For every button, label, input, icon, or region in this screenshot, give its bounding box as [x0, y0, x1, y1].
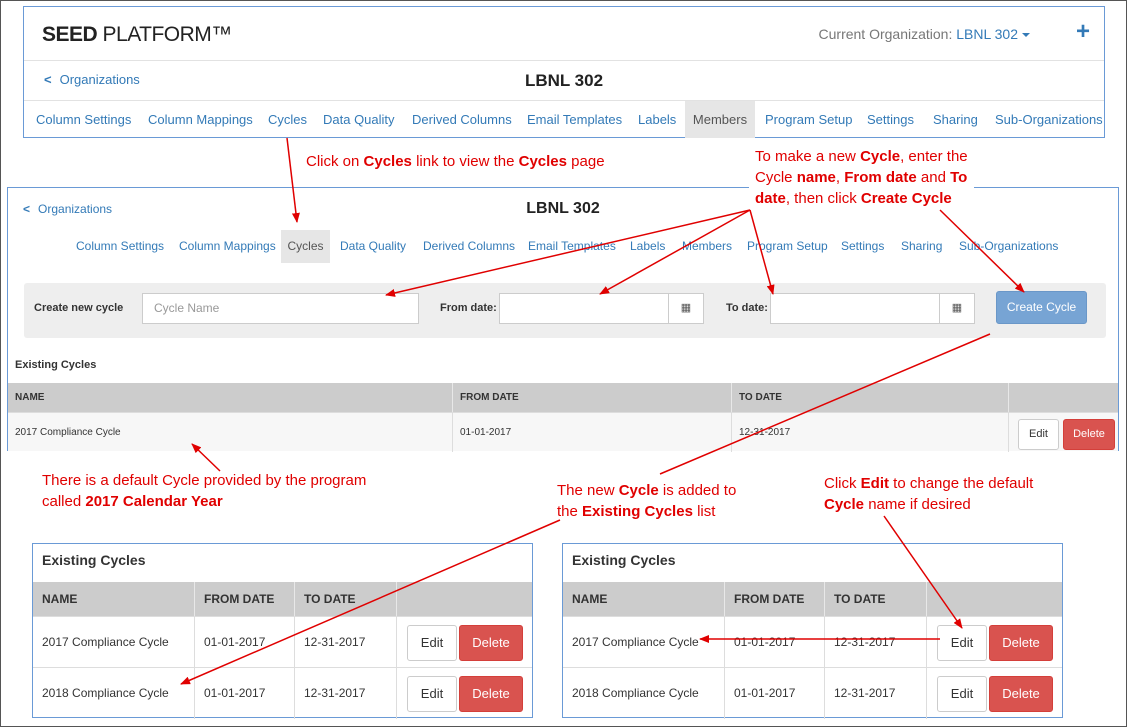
- column-header-from-date: FROM DATE: [725, 582, 825, 616]
- delete-button[interactable]: Delete: [459, 625, 523, 661]
- cycle-from-date: 01-01-2017: [195, 668, 295, 719]
- edit-button[interactable]: Edit: [937, 676, 987, 712]
- create-cycle-button[interactable]: Create Cycle: [996, 291, 1087, 324]
- tab-settings[interactable]: Settings: [867, 101, 914, 138]
- divider: [24, 60, 1104, 61]
- delete-button[interactable]: Delete: [459, 676, 523, 712]
- edit-button[interactable]: Edit: [407, 625, 457, 661]
- column-header-to-date: TO DATE: [732, 383, 1009, 412]
- cycle-to-date: 12-31-2017: [825, 617, 927, 668]
- brand-logo[interactable]: SEED PLATFORM™: [42, 23, 232, 47]
- tab-cycles[interactable]: Cycles: [281, 230, 330, 263]
- tab-data-quality[interactable]: Data Quality: [340, 230, 406, 263]
- tab-column-settings[interactable]: Column Settings: [76, 230, 164, 263]
- create-cycle-label: Create new cycle: [34, 302, 124, 314]
- existing-cycles-heading: Existing Cycles: [15, 359, 97, 371]
- tab-column-mappings[interactable]: Column Mappings: [179, 230, 276, 263]
- tab-members[interactable]: Members: [685, 101, 755, 138]
- tab-members[interactable]: Members: [682, 230, 732, 263]
- column-header-from-date: FROM DATE: [453, 383, 732, 412]
- existing-cycles-after-create: Existing Cycles NAME FROM DATE TO DATE 2…: [32, 543, 533, 719]
- annotation-make-new-cycle: To make a new Cycle, enter the Cycle nam…: [749, 146, 974, 211]
- cycle-to-date: 12-31-2017: [825, 668, 927, 719]
- column-header-from-date: FROM DATE: [195, 582, 295, 616]
- cycle-from-date: 01-01-2017: [725, 668, 825, 719]
- tab-labels[interactable]: Labels: [638, 101, 676, 138]
- tab-labels[interactable]: Labels: [630, 230, 665, 263]
- table-row: 2018 Compliance Cycle 01-01-2017 12-31-2…: [33, 667, 532, 719]
- calendar-icon[interactable]: ▦: [668, 293, 704, 324]
- cycle-name: 2017 Compliance Cycle: [33, 617, 195, 668]
- edit-button[interactable]: Edit: [407, 676, 457, 712]
- org-value[interactable]: LBNL 302: [956, 26, 1018, 42]
- to-date-label: To date:: [726, 302, 768, 314]
- existing-cycles-heading: Existing Cycles: [42, 552, 146, 568]
- column-header-to-date: TO DATE: [295, 582, 397, 616]
- tab-email-templates[interactable]: Email Templates: [528, 230, 616, 263]
- calendar-icon[interactable]: ▦: [939, 293, 975, 324]
- table-header: NAME FROM DATE TO DATE: [563, 582, 1062, 616]
- column-header-to-date: TO DATE: [825, 582, 927, 616]
- tab-derived-columns[interactable]: Derived Columns: [423, 230, 515, 263]
- annotation-default-cycle: There is a default Cycle provided by the…: [42, 472, 367, 510]
- from-date-input[interactable]: [499, 293, 669, 324]
- cycle-from-date: 01-01-2017: [453, 413, 732, 452]
- cycle-name: 2017 Compliance Cycle: [563, 617, 725, 668]
- tab-column-mappings[interactable]: Column Mappings: [148, 101, 253, 138]
- existing-cycles-edit-example: Existing Cycles NAME FROM DATE TO DATE 2…: [562, 543, 1063, 719]
- tab-program-setup[interactable]: Program Setup: [765, 101, 852, 138]
- cycle-name: 2017 Compliance Cycle: [8, 413, 453, 452]
- column-header-name: NAME: [8, 383, 453, 412]
- cycle-from-date: 01-01-2017: [195, 617, 295, 668]
- cycle-to-date: 12-31-2017: [295, 617, 397, 668]
- page-title: LBNL 302: [524, 71, 604, 90]
- tab-sub-organizations[interactable]: Sub-Organizations: [995, 101, 1103, 138]
- column-header-name: NAME: [33, 582, 195, 616]
- existing-cycles-heading: Existing Cycles: [572, 552, 676, 568]
- tab-derived-columns[interactable]: Derived Columns: [412, 101, 512, 138]
- tab-sub-organizations[interactable]: Sub-Organizations: [959, 230, 1058, 263]
- tab-email-templates[interactable]: Email Templates: [527, 101, 622, 138]
- annotation-cycles-link: Click on Cycles link to view the Cycles …: [306, 153, 605, 170]
- cycles-page-panel: < Organizations LBNL 302 Column Settings …: [7, 187, 1119, 452]
- settings-tabs: Column Settings Column Mappings Cycles D…: [24, 101, 1104, 138]
- cycle-from-date: 01-01-2017: [725, 617, 825, 668]
- cycle-name-input[interactable]: Cycle Name: [142, 293, 419, 324]
- delete-button[interactable]: Delete: [989, 625, 1053, 661]
- edit-button[interactable]: Edit: [1018, 419, 1059, 450]
- edit-button[interactable]: Edit: [937, 625, 987, 661]
- from-date-label: From date:: [440, 302, 497, 314]
- cycle-to-date: 12-31-2017: [732, 413, 1009, 452]
- cycle-name: 2018 Compliance Cycle: [563, 668, 725, 719]
- org-header-panel: SEED PLATFORM™ Current Organization: LBN…: [23, 6, 1105, 138]
- plus-icon[interactable]: +: [1076, 18, 1090, 46]
- tab-cycles[interactable]: Cycles: [268, 101, 307, 138]
- table-row: 2018 Compliance Cycle 01-01-2017 12-31-2…: [563, 667, 1062, 719]
- table-row: 2017 Compliance Cycle 01-01-2017 12-31-2…: [563, 616, 1062, 668]
- caret-down-icon: [1022, 33, 1030, 38]
- tab-column-settings[interactable]: Column Settings: [36, 101, 131, 138]
- tab-sharing[interactable]: Sharing: [901, 230, 942, 263]
- table-header: NAME FROM DATE TO DATE: [8, 383, 1118, 412]
- tab-program-setup[interactable]: Program Setup: [747, 230, 828, 263]
- tab-settings[interactable]: Settings: [841, 230, 884, 263]
- table-header: NAME FROM DATE TO DATE: [33, 582, 532, 616]
- annotation-edit-tip: Click Edit to change the default Cycle n…: [824, 475, 1034, 513]
- cycle-to-date: 12-31-2017: [295, 668, 397, 719]
- to-date-input[interactable]: [770, 293, 940, 324]
- tab-data-quality[interactable]: Data Quality: [323, 101, 395, 138]
- tab-sharing[interactable]: Sharing: [933, 101, 978, 138]
- column-header-name: NAME: [563, 582, 725, 616]
- create-cycle-form: Create new cycle Cycle Name From date: ▦…: [24, 283, 1106, 338]
- cycle-name: 2018 Compliance Cycle: [33, 668, 195, 719]
- table-row: 2017 Compliance Cycle 01-01-2017 12-31-2…: [8, 412, 1118, 452]
- annotation-cycle-added: The new Cycle is added to the Existing C…: [557, 482, 737, 520]
- org-selector[interactable]: Current Organization: LBNL 302: [819, 26, 1030, 42]
- delete-button[interactable]: Delete: [1063, 419, 1115, 450]
- table-row: 2017 Compliance Cycle 01-01-2017 12-31-2…: [33, 616, 532, 668]
- org-label: Current Organization:: [818, 26, 953, 42]
- delete-button[interactable]: Delete: [989, 676, 1053, 712]
